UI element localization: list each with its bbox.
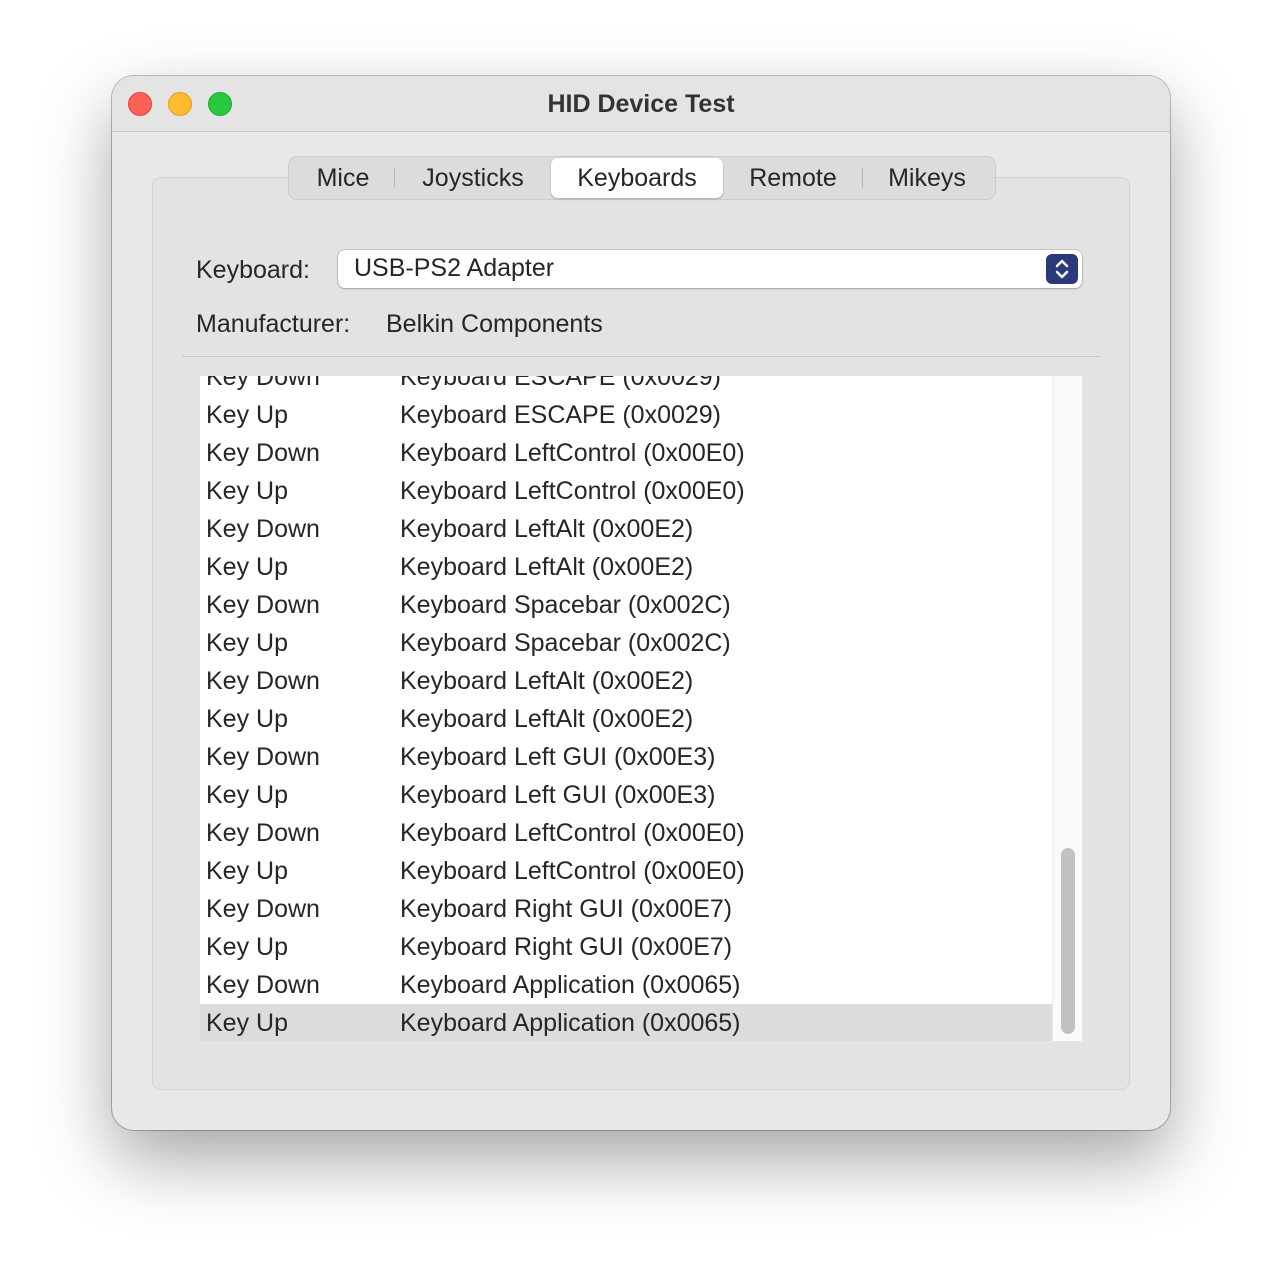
window-title: HID Device Test — [547, 90, 735, 118]
event-key-cell: Keyboard Application (0x0065) — [400, 1009, 741, 1037]
hid-device-test-window: HID Device Test Mice Joysticks Keyboards… — [112, 76, 1170, 1130]
event-key-cell: Keyboard LeftControl (0x00E0) — [400, 857, 745, 885]
event-type-cell: Key Up — [206, 401, 288, 429]
event-type-cell: Key Down — [206, 376, 320, 391]
event-key-cell: Keyboard ESCAPE (0x0029) — [400, 376, 722, 391]
event-list[interactable]: Key Down Keyboard ESCAPE (0x0029) Key Up Ke… — [200, 376, 1082, 1041]
event-key-cell: Keyboard Left GUI (0x00E3) — [400, 743, 716, 771]
event-type-cell: Key Down — [206, 515, 320, 543]
keyboard-popup-value: USB-PS2 Adapter — [354, 254, 555, 282]
event-key-cell: Keyboard LeftAlt (0x00E2) — [400, 667, 694, 695]
table-row[interactable]: Key Up Keyboard Spacebar (0x002C) — [200, 624, 1052, 662]
table-row[interactable]: Key Down Keyboard ESCAPE (0x0029) — [200, 376, 1052, 396]
table-row[interactable]: Key Up Keyboard Left GUI (0x00E3) — [200, 776, 1052, 814]
event-key-cell: Keyboard LeftControl (0x00E0) — [400, 819, 745, 847]
event-type-cell: Key Up — [206, 933, 288, 961]
tab-label: Keyboards — [577, 164, 697, 192]
manufacturer-value: Belkin Components — [386, 310, 603, 338]
tab-bar: Mice Joysticks Keyboards Remote Mikeys — [288, 156, 996, 200]
event-key-cell: Keyboard Spacebar (0x002C) — [400, 591, 731, 619]
table-row[interactable]: Key Down Keyboard LeftControl (0x00E0) — [200, 434, 1052, 472]
table-row[interactable]: Key Down Keyboard LeftAlt (0x00E2) — [200, 662, 1052, 700]
event-key-cell: Keyboard LeftControl (0x00E0) — [400, 439, 745, 467]
event-type-cell: Key Up — [206, 477, 288, 505]
event-key-cell: Keyboard ESCAPE (0x0029) — [400, 401, 722, 429]
keyboard-popup[interactable]: USB-PS2 Adapter — [338, 250, 1082, 288]
event-key-cell: Keyboard Right GUI (0x00E7) — [400, 895, 733, 923]
tab-label: Joysticks — [422, 164, 524, 192]
table-row[interactable]: Key Down Keyboard Left GUI (0x00E3) — [200, 738, 1052, 776]
scrollbar-thumb[interactable] — [1061, 848, 1075, 1034]
table-row[interactable]: Key Up Keyboard LeftControl (0x00E0) — [200, 472, 1052, 510]
table-row[interactable]: Key Up Keyboard LeftControl (0x00E0) — [200, 852, 1052, 890]
table-row[interactable]: Key Up Keyboard LeftAlt (0x00E2) — [200, 548, 1052, 586]
tab-keyboards[interactable]: Keyboards — [551, 158, 723, 198]
table-row[interactable]: Key Down Keyboard LeftAlt (0x00E2) — [200, 510, 1052, 548]
keyboard-label: Keyboard: — [196, 256, 310, 284]
event-rows: Key Down Keyboard ESCAPE (0x0029) Key Up Ke… — [200, 376, 1052, 1041]
event-key-cell: Keyboard LeftAlt (0x00E2) — [400, 553, 694, 581]
event-key-cell: Keyboard Spacebar (0x002C) — [400, 629, 731, 657]
event-key-cell: Keyboard Application (0x0065) — [400, 971, 741, 999]
event-type-cell: Key Down — [206, 439, 320, 467]
event-type-cell: Key Up — [206, 857, 288, 885]
event-type-cell: Key Up — [206, 1009, 288, 1037]
event-type-cell: Key Down — [206, 971, 320, 999]
table-row[interactable]: Key Up Keyboard LeftAlt (0x00E2) — [200, 700, 1052, 738]
tab-label: Mikeys — [888, 164, 966, 192]
table-row[interactable]: Key Down Keyboard LeftControl (0x00E0) — [200, 814, 1052, 852]
vertical-scrollbar[interactable] — [1052, 376, 1082, 1041]
table-row[interactable]: Key Down Keyboard Application (0x0065) — [200, 966, 1052, 1004]
tab-label: Remote — [749, 164, 837, 192]
event-key-cell: Keyboard Right GUI (0x00E7) — [400, 933, 733, 961]
event-type-cell: Key Up — [206, 781, 288, 809]
event-type-cell: Key Up — [206, 629, 288, 657]
event-type-cell: Key Down — [206, 895, 320, 923]
chevron-up-down-icon[interactable] — [1046, 254, 1078, 284]
tab-label: Mice — [316, 164, 370, 192]
table-row[interactable]: Key Up Keyboard Right GUI (0x00E7) — [200, 928, 1052, 966]
event-type-cell: Key Up — [206, 553, 288, 581]
event-type-cell: Key Down — [206, 667, 320, 695]
event-type-cell: Key Up — [206, 705, 288, 733]
event-key-cell: Keyboard LeftControl (0x00E0) — [400, 477, 745, 505]
tab-mikeys[interactable]: Mikeys — [863, 158, 991, 198]
event-key-cell: Keyboard LeftAlt (0x00E2) — [400, 515, 694, 543]
tab-joysticks[interactable]: Joysticks — [395, 158, 551, 198]
table-row[interactable]: Key Down Keyboard Right GUI (0x00E7) — [200, 890, 1052, 928]
event-key-cell: Keyboard Left GUI (0x00E3) — [400, 781, 716, 809]
title-bar[interactable]: HID Device Test — [112, 76, 1170, 132]
event-type-cell: Key Down — [206, 591, 320, 619]
divider — [182, 356, 1100, 357]
tab-remote[interactable]: Remote — [723, 158, 863, 198]
event-type-cell: Key Down — [206, 819, 320, 847]
table-row[interactable]: Key Up Keyboard Application (0x0065) — [200, 1004, 1052, 1041]
manufacturer-label: Manufacturer: — [196, 310, 351, 338]
table-row[interactable]: Key Up Keyboard ESCAPE (0x0029) — [200, 396, 1052, 434]
tab-mice[interactable]: Mice — [291, 158, 395, 198]
event-key-cell: Keyboard LeftAlt (0x00E2) — [400, 705, 694, 733]
event-type-cell: Key Down — [206, 743, 320, 771]
table-row[interactable]: Key Down Keyboard Spacebar (0x002C) — [200, 586, 1052, 624]
